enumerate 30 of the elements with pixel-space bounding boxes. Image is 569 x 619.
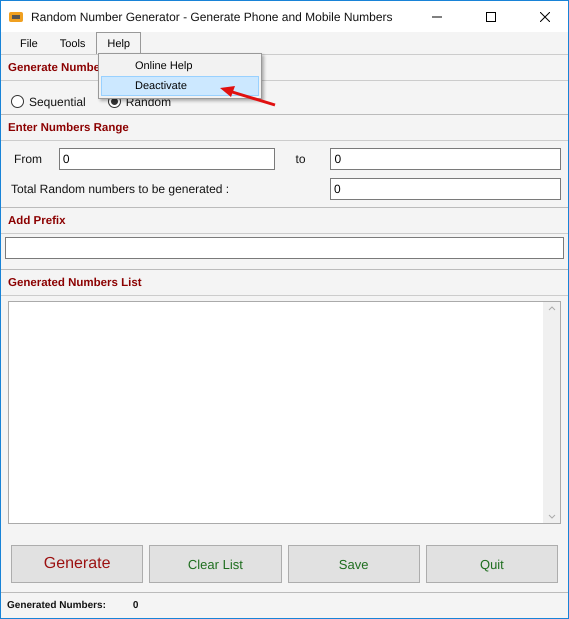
- prefix-field[interactable]: [5, 237, 564, 259]
- window-title: Random Number Generator - Generate Phone and Mobile Numbers: [31, 10, 394, 24]
- scrollbar[interactable]: [543, 302, 560, 523]
- action-button[interactable]: Save: [288, 545, 420, 583]
- menu-item[interactable]: File: [9, 32, 49, 54]
- total-field[interactable]: 0: [330, 178, 561, 200]
- app-icon: [9, 10, 23, 22]
- menu-option[interactable]: Deactivate: [101, 76, 259, 96]
- status-value: 0: [132, 600, 138, 611]
- radio-button[interactable]: [11, 95, 24, 108]
- pointer-arrow: [219, 85, 277, 107]
- section-heading: Enter Numbers Range: [1, 115, 568, 141]
- action-button[interactable]: Quit: [426, 545, 558, 583]
- section-heading: Generated Numbers List: [1, 270, 568, 296]
- action-button[interactable]: Generate: [11, 545, 144, 583]
- to-label: to: [294, 152, 307, 166]
- status-label: Generated Numbers:: [7, 600, 106, 611]
- from-label: From: [13, 152, 43, 166]
- radio-label: Sequential: [29, 94, 86, 108]
- action-button[interactable]: Clear List: [149, 545, 282, 583]
- menu-item[interactable]: Tools: [48, 32, 96, 54]
- to-field[interactable]: 0: [330, 148, 561, 170]
- numbers-list[interactable]: [8, 301, 561, 524]
- menu-item[interactable]: Help: [96, 32, 142, 54]
- maximize-icon: [486, 12, 496, 22]
- menu-option[interactable]: Online Help: [101, 56, 259, 76]
- from-field[interactable]: 0: [58, 148, 274, 170]
- section-heading: Add Prefix: [1, 208, 568, 234]
- total-label: Total Random numbers to be generated :: [11, 182, 230, 196]
- close-icon: [540, 12, 550, 22]
